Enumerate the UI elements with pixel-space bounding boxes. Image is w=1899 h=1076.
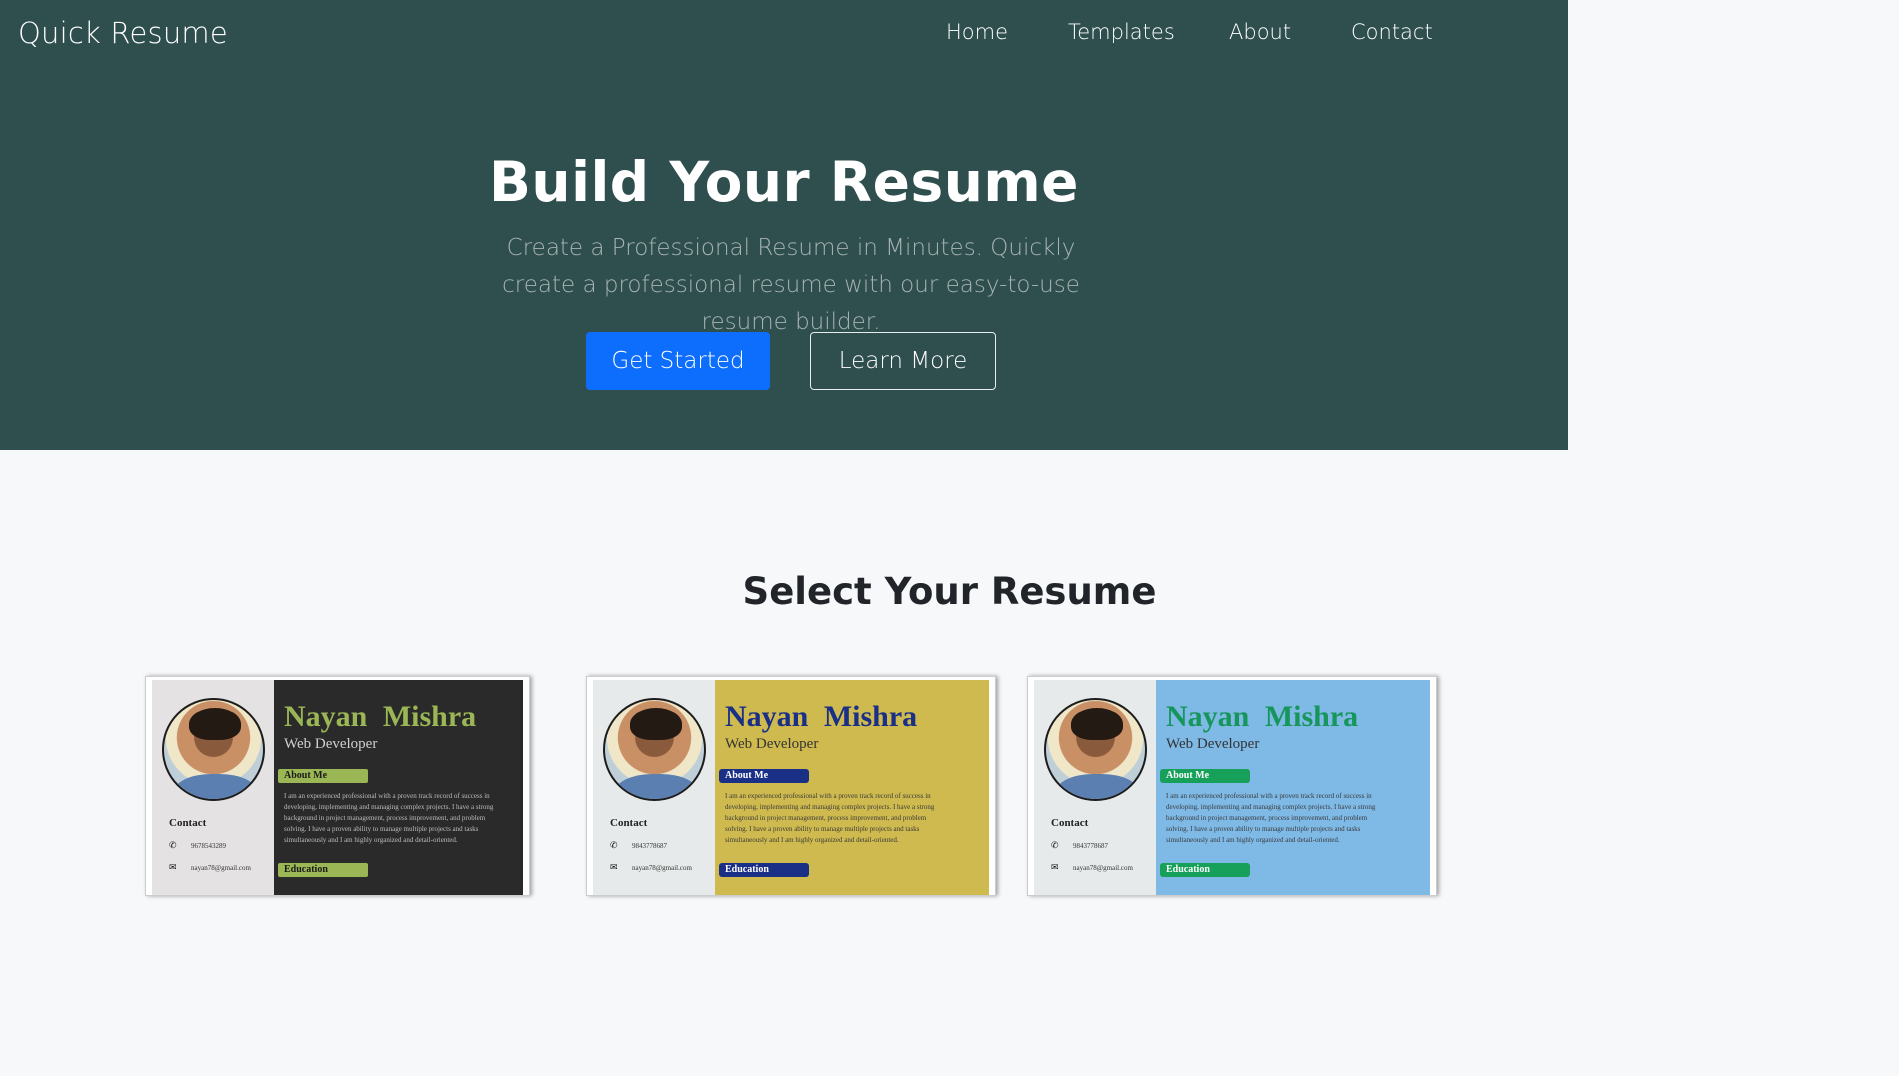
contact-phone-row: ✆ 9843778687 xyxy=(1051,840,1108,851)
email-value: nayan78@gmail.com xyxy=(191,864,251,872)
resume-sidebar: Contact ✆ 9678543289 ✉ nayan78@gmail.com xyxy=(152,680,274,895)
about-me-tag: About Me xyxy=(278,769,368,783)
about-me-text: I am an experienced professional with a … xyxy=(725,792,935,844)
resume-template-card[interactable]: Contact ✆ 9843778687 ✉ nayan78@gmail.com N… xyxy=(1027,676,1437,896)
nav-about[interactable]: About xyxy=(1229,20,1291,44)
resume-preview: Contact ✆ 9843778687 ✉ nayan78@gmail.com N… xyxy=(593,680,989,895)
avatar xyxy=(1044,698,1147,801)
contact-heading: Contact xyxy=(1051,817,1089,829)
envelope-icon: ✉ xyxy=(1051,862,1059,872)
about-me-text: I am an experienced professional with a … xyxy=(284,792,494,844)
resume-role: Web Developer xyxy=(1166,736,1260,752)
envelope-icon: ✉ xyxy=(169,862,177,872)
resume-preview: Contact ✆ 9678543289 ✉ nayan78@gmail.com N… xyxy=(152,680,523,895)
resume-name: Nayan Mishra xyxy=(1166,700,1359,733)
email-value: nayan78@gmail.com xyxy=(1073,864,1133,872)
resume-name: Nayan Mishra xyxy=(284,700,477,733)
avatar-hair xyxy=(630,708,682,740)
phone-icon: ✆ xyxy=(610,840,618,850)
resume-main: Nayan Mishra Web Developer About Me I am… xyxy=(715,680,989,895)
resume-role: Web Developer xyxy=(725,736,819,752)
phone-icon: ✆ xyxy=(169,840,177,850)
resume-main: Nayan Mishra Web Developer About Me I am… xyxy=(274,680,523,895)
education-tag: Education xyxy=(719,863,809,877)
about-me-tag: About Me xyxy=(1160,769,1250,783)
education-tag: Education xyxy=(278,863,368,877)
hero-subtitle: Create a Professional Resume in Minutes.… xyxy=(502,235,1080,335)
nav-templates[interactable]: Templates xyxy=(1068,20,1175,44)
avatar-shirt xyxy=(615,774,698,799)
resume-template-card[interactable]: Contact ✆ 9843778687 ✉ nayan78@gmail.com N… xyxy=(586,676,996,896)
about-me-tag: About Me xyxy=(719,769,809,783)
envelope-icon: ✉ xyxy=(610,862,618,872)
resume-main: Nayan Mishra Web Developer About Me I am… xyxy=(1156,680,1430,895)
phone-icon: ✆ xyxy=(1051,840,1059,850)
avatar-shirt xyxy=(1056,774,1139,799)
resume-role: Web Developer xyxy=(284,736,378,752)
contact-email-row: ✉ nayan78@gmail.com xyxy=(610,862,692,873)
contact-phone-row: ✆ 9843778687 xyxy=(610,840,667,851)
avatar xyxy=(603,698,706,801)
phone-value: 9843778687 xyxy=(1073,842,1108,850)
learn-more-button[interactable]: Learn More xyxy=(810,332,996,390)
resume-preview: Contact ✆ 9843778687 ✉ nayan78@gmail.com N… xyxy=(1034,680,1430,895)
get-started-button[interactable]: Get Started xyxy=(586,332,770,390)
avatar-hair xyxy=(1071,708,1123,740)
contact-heading: Contact xyxy=(610,817,648,829)
contact-email-row: ✉ nayan78@gmail.com xyxy=(1051,862,1133,873)
resume-sidebar: Contact ✆ 9843778687 ✉ nayan78@gmail.com xyxy=(1034,680,1156,895)
resume-name: Nayan Mishra xyxy=(725,700,918,733)
hero-section: Quick Resume Home Templates About Contac… xyxy=(0,0,1568,450)
resume-sidebar: Contact ✆ 9843778687 ✉ nayan78@gmail.com xyxy=(593,680,715,895)
nav-contact[interactable]: Contact xyxy=(1351,20,1433,44)
email-value: nayan78@gmail.com xyxy=(632,864,692,872)
education-tag: Education xyxy=(1160,863,1250,877)
avatar-hair xyxy=(189,708,241,740)
contact-heading: Contact xyxy=(169,817,207,829)
hero-title: Build Your Resume xyxy=(489,150,1079,214)
section-title: Select Your Resume xyxy=(742,570,1157,613)
about-me-text: I am an experienced professional with a … xyxy=(1166,792,1376,844)
contact-email-row: ✉ nayan78@gmail.com xyxy=(169,862,251,873)
contact-phone-row: ✆ 9678543289 xyxy=(169,840,226,851)
phone-value: 9678543289 xyxy=(191,842,226,850)
resume-template-card[interactable]: Contact ✆ 9678543289 ✉ nayan78@gmail.com N… xyxy=(145,676,530,896)
main-nav: Home Templates About Contact xyxy=(0,20,1568,50)
phone-value: 9843778687 xyxy=(632,842,667,850)
nav-home[interactable]: Home xyxy=(946,20,1008,44)
avatar xyxy=(162,698,265,801)
avatar-shirt xyxy=(174,774,257,799)
